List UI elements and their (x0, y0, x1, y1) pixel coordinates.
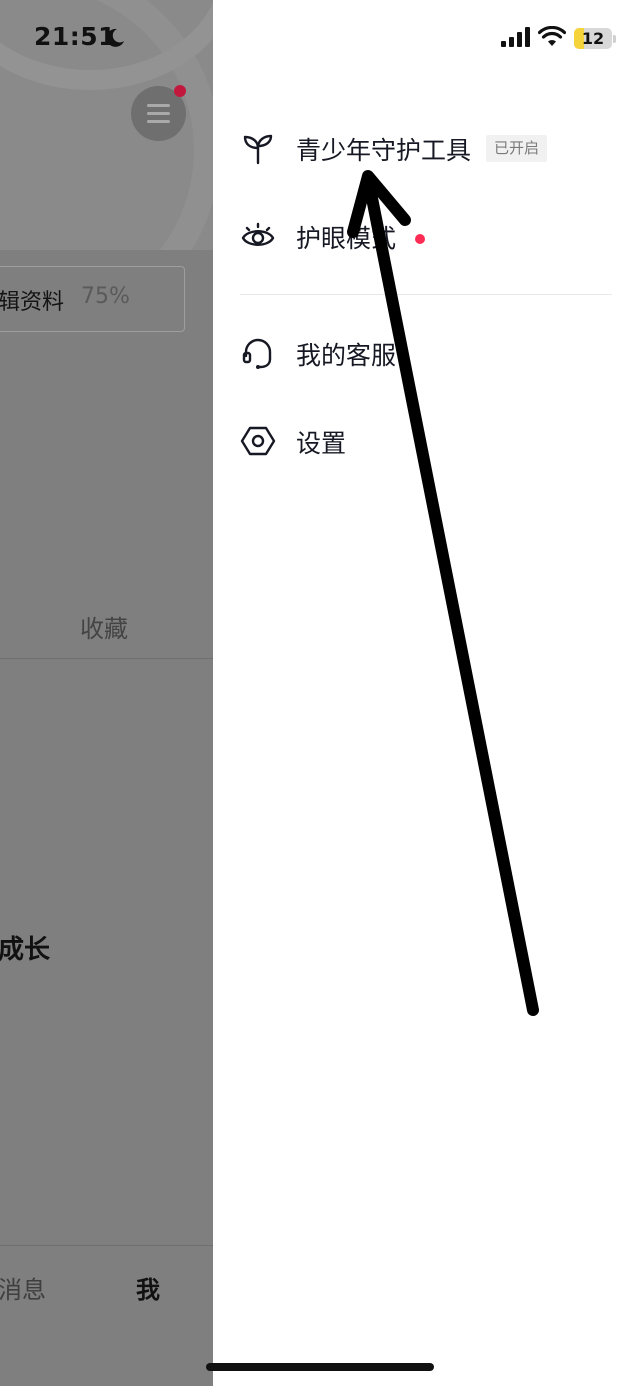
eye-icon (241, 222, 275, 246)
battery-cap (613, 35, 616, 43)
headset-icon (242, 338, 272, 369)
notification-dot (174, 85, 186, 97)
menu-item-label: 设置 (296, 429, 347, 458)
edit-profile-label: 辑资料 (0, 290, 65, 315)
menu-item-label: 护眼模式 (296, 224, 397, 253)
moon-icon (106, 28, 124, 47)
tab-favorites[interactable]: 收藏 (80, 609, 128, 644)
cellular-signal-icon (501, 27, 530, 47)
status-badge: 已开启 (486, 135, 548, 162)
profile-completion-percent: 75% (81, 284, 130, 309)
divider (0, 1245, 213, 1246)
battery-text: 12 (581, 29, 605, 48)
wifi-icon (538, 26, 566, 46)
battery-icon: 12 (574, 28, 612, 49)
divider (240, 294, 612, 295)
menu-item-youth-protection[interactable]: 青少年守护工具 已开启 (240, 117, 612, 177)
profile-page-dimmed[interactable]: 21:51 辑资料 75% 收藏 成长 消息 我 (0, 0, 213, 1386)
growth-text: 成长 (0, 935, 51, 965)
sprout-icon (243, 134, 273, 165)
menu-item-customer-service[interactable]: 我的客服 (240, 322, 612, 382)
settings-hexagon-icon (240, 426, 276, 456)
nav-me[interactable]: 我 (136, 1270, 160, 1305)
notification-dot (415, 234, 425, 244)
menu-item-settings[interactable]: 设置 (240, 410, 612, 470)
nav-messages[interactable]: 消息 (0, 1270, 46, 1305)
divider (0, 658, 213, 659)
menu-item-label: 青少年守护工具 (296, 136, 472, 165)
menu-item-label: 我的客服 (296, 341, 397, 370)
menu-item-eye-protection[interactable]: 护眼模式 (240, 205, 612, 265)
home-indicator[interactable] (206, 1363, 434, 1371)
